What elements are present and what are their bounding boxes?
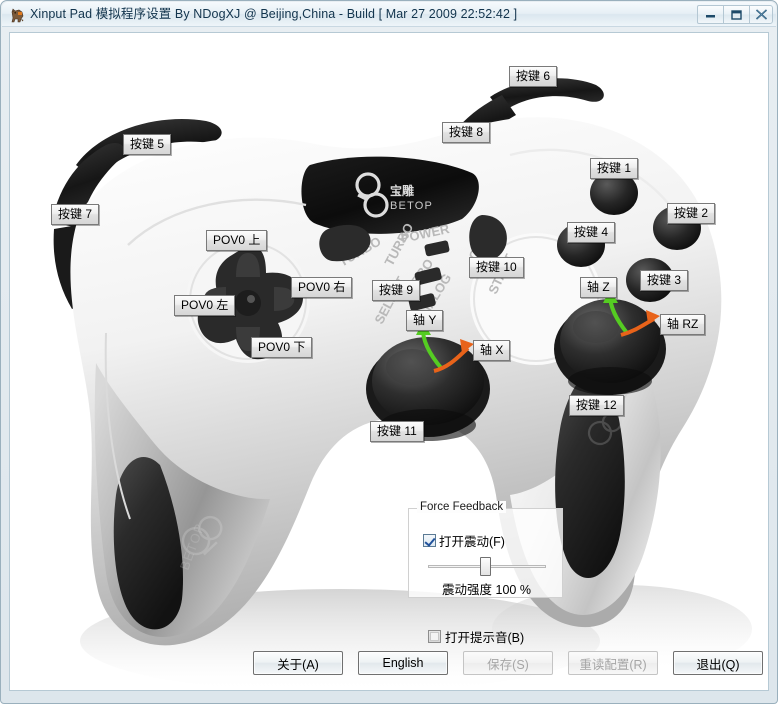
callout-btn3[interactable]: 按键 3 — [640, 270, 689, 291]
about-button[interactable]: 关于(A) — [253, 651, 343, 675]
maximize-button[interactable] — [723, 5, 750, 24]
checkbox-box[interactable] — [423, 534, 436, 547]
force-feedback-legend: Force Feedback — [417, 501, 507, 513]
client-area: BETOP 宝雕 BETOP POWER TURBO 按键 5 按键 7 按键 … — [9, 32, 769, 691]
callout-btn8[interactable]: 按键 8 — [442, 122, 491, 143]
enable-vibration-label: 打开震动(F) — [439, 535, 505, 549]
close-icon — [755, 9, 767, 20]
callout-axisRZ[interactable]: 轴 RZ — [660, 314, 706, 335]
close-button[interactable] — [749, 5, 773, 24]
callout-pov_down[interactable]: POV0 下 — [251, 337, 313, 358]
callout-btn9[interactable]: 按键 9 — [372, 280, 421, 301]
callout-btn7[interactable]: 按键 7 — [51, 204, 100, 225]
enable-beep-label: 打开提示音(B) — [445, 631, 525, 645]
callout-btn4[interactable]: 按键 4 — [567, 222, 616, 243]
callout-btn10[interactable]: 按键 10 — [469, 257, 524, 278]
callout-btn2[interactable]: 按键 2 — [667, 203, 716, 224]
minimize-icon — [706, 15, 715, 18]
callout-btn6[interactable]: 按键 6 — [509, 66, 558, 87]
title-bar[interactable]: Xinput Pad 模拟程序设置 By NDogXJ @ Beijing,Ch… — [2, 2, 776, 27]
window-title: Xinput Pad 模拟程序设置 By NDogXJ @ Beijing,Ch… — [30, 7, 518, 21]
slider-thumb[interactable] — [480, 557, 491, 576]
callout-btn1[interactable]: 按键 1 — [590, 158, 639, 179]
callout-axisX[interactable]: 轴 X — [473, 340, 511, 361]
callout-btn12[interactable]: 按键 12 — [569, 395, 624, 416]
svg-text:BETOP: BETOP — [390, 200, 433, 212]
exit-button[interactable]: 退出(Q) — [673, 651, 763, 675]
dog-icon — [9, 6, 27, 24]
callout-btn5[interactable]: 按键 5 — [123, 134, 172, 155]
reload-config-button: 重读配置(R) — [568, 651, 658, 675]
callout-pov_up[interactable]: POV0 上 — [206, 230, 268, 251]
enable-vibration-checkbox[interactable]: 打开震动(F) — [423, 531, 505, 550]
callout-axisZ[interactable]: 轴 Z — [580, 277, 617, 298]
vibration-strength-label: 震动强度 100 % — [442, 583, 531, 597]
maximize-icon — [731, 9, 742, 20]
callout-pov_left[interactable]: POV0 左 — [174, 295, 236, 316]
minimize-button[interactable] — [697, 5, 724, 24]
callout-axisY[interactable]: 轴 Y — [406, 310, 444, 331]
app-window: Xinput Pad 模拟程序设置 By NDogXJ @ Beijing,Ch… — [0, 0, 778, 704]
callout-pov_right[interactable]: POV0 右 — [291, 277, 353, 298]
english-button[interactable]: English — [358, 651, 448, 675]
vibration-strength-slider[interactable] — [426, 556, 548, 576]
gamepad-image: BETOP 宝雕 BETOP POWER TURBO — [10, 33, 768, 690]
save-button: 保存(S) — [463, 651, 553, 675]
svg-text:宝雕: 宝雕 — [390, 183, 414, 198]
checkbox-box[interactable] — [428, 630, 441, 643]
force-feedback-group: Force Feedback 打开震动(F) 震动强度 100 % — [408, 501, 563, 598]
callout-btn11[interactable]: 按键 11 — [370, 421, 424, 442]
enable-beep-checkbox[interactable]: 打开提示音(B) — [428, 627, 524, 646]
